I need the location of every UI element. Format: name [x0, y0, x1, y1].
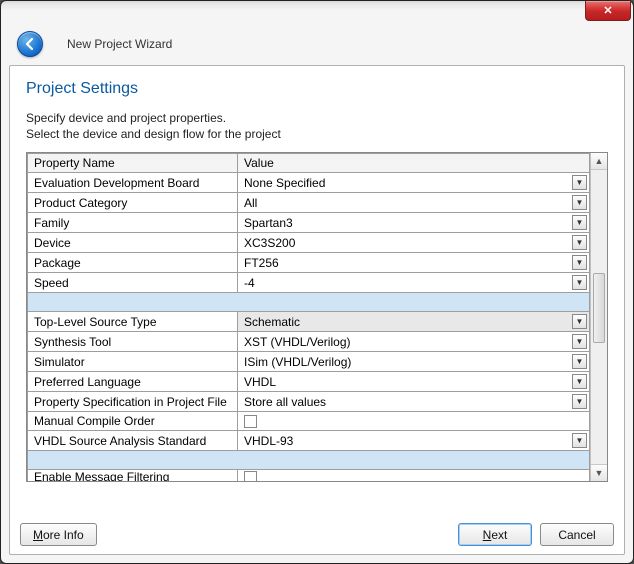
dropdown-button[interactable]: ▼ [572, 255, 587, 270]
property-row: Preferred Language VHDL ▼ [28, 372, 590, 392]
property-name: Top-Level Source Type [28, 312, 238, 332]
back-arrow-icon [23, 37, 37, 51]
titlebar: ✕ [1, 1, 633, 29]
close-button[interactable]: ✕ [585, 1, 631, 21]
dropdown-button[interactable]: ▼ [572, 275, 587, 290]
property-value: All [244, 196, 257, 210]
checkbox[interactable] [244, 415, 257, 428]
property-name: Evaluation Development Board [28, 173, 238, 193]
dropdown-button[interactable]: ▼ [572, 334, 587, 349]
property-value: Spartan3 [244, 216, 293, 230]
scroll-thumb[interactable] [593, 273, 605, 343]
value-cell[interactable]: -4 ▼ [238, 273, 590, 293]
property-value: Schematic [244, 315, 300, 329]
instruction-line: Specify device and project properties. [26, 110, 608, 126]
property-name: Simulator [28, 352, 238, 372]
property-grid-viewport: Property NameValueEvaluation Development… [27, 153, 590, 481]
dropdown-button[interactable]: ▼ [572, 314, 587, 329]
property-name: VHDL Source Analysis Standard [28, 431, 238, 451]
value-cell[interactable]: None Specified ▼ [238, 173, 590, 193]
property-name: Speed [28, 273, 238, 293]
dropdown-button[interactable]: ▼ [572, 215, 587, 230]
value-cell[interactable]: Schematic ▼ [238, 312, 590, 332]
dropdown-button[interactable]: ▼ [572, 175, 587, 190]
wizard-window: ✕ New Project Wizard Project Settings Sp… [0, 0, 634, 564]
property-value: ISim (VHDL/Verilog) [244, 355, 351, 369]
spacer-row [28, 451, 590, 470]
wizard-title: New Project Wizard [67, 37, 172, 51]
value-cell[interactable] [238, 470, 590, 482]
property-value: VHDL-93 [244, 434, 293, 448]
property-value: FT256 [244, 256, 279, 270]
value-cell[interactable]: FT256 ▼ [238, 253, 590, 273]
footer: More Info Next Cancel [20, 523, 614, 546]
property-name: Property Specification in Project File [28, 392, 238, 412]
cancel-button[interactable]: Cancel [540, 523, 614, 546]
value-cell[interactable]: VHDL ▼ [238, 372, 590, 392]
value-cell[interactable]: XC3S200 ▼ [238, 233, 590, 253]
property-name: Device [28, 233, 238, 253]
property-row: Enable Message Filtering [28, 470, 590, 482]
value-cell[interactable]: Spartan3 ▼ [238, 213, 590, 233]
property-name: Synthesis Tool [28, 332, 238, 352]
value-cell[interactable]: XST (VHDL/Verilog) ▼ [238, 332, 590, 352]
property-row: Manual Compile Order [28, 412, 590, 431]
property-row: Product Category All ▼ [28, 193, 590, 213]
value-cell[interactable] [238, 412, 590, 431]
property-row: Speed -4 ▼ [28, 273, 590, 293]
property-row: Device XC3S200 ▼ [28, 233, 590, 253]
instruction-line: Select the device and design flow for th… [26, 126, 608, 142]
header-row: New Project Wizard [1, 29, 633, 59]
property-value: VHDL [244, 375, 276, 389]
content-panel: Project Settings Specify device and proj… [9, 65, 625, 555]
grid-header-row: Property NameValue [28, 154, 590, 173]
close-icon: ✕ [603, 4, 612, 17]
grid-header-value: Value [238, 154, 590, 173]
property-grid: Property NameValueEvaluation Development… [26, 152, 608, 482]
checkbox[interactable] [244, 471, 257, 482]
property-row: Synthesis Tool XST (VHDL/Verilog) ▼ [28, 332, 590, 352]
back-button[interactable] [17, 31, 43, 57]
value-cell[interactable]: ISim (VHDL/Verilog) ▼ [238, 352, 590, 372]
more-info-button[interactable]: More Info [20, 523, 97, 546]
property-name: Package [28, 253, 238, 273]
property-row: Property Specification in Project FileSt… [28, 392, 590, 412]
property-value: Store all values [244, 395, 326, 409]
property-value: -4 [244, 276, 255, 290]
property-row: Package FT256 ▼ [28, 253, 590, 273]
vertical-scrollbar[interactable]: ▲ ▼ [590, 153, 607, 481]
value-cell[interactable]: Store all values ▼ [238, 392, 590, 412]
property-row: VHDL Source Analysis Standard VHDL-93 ▼ [28, 431, 590, 451]
property-value: XST (VHDL/Verilog) [244, 335, 350, 349]
property-name: Preferred Language [28, 372, 238, 392]
property-row: Top-Level Source Type Schematic ▼ [28, 312, 590, 332]
value-cell[interactable]: All ▼ [238, 193, 590, 213]
property-name: Enable Message Filtering [28, 470, 238, 482]
dropdown-button[interactable]: ▼ [572, 235, 587, 250]
property-row: Simulator ISim (VHDL/Verilog) ▼ [28, 352, 590, 372]
property-value: XC3S200 [244, 236, 295, 250]
scroll-up-button[interactable]: ▲ [591, 153, 607, 170]
dropdown-button[interactable]: ▼ [572, 374, 587, 389]
property-name: Product Category [28, 193, 238, 213]
dropdown-button[interactable]: ▼ [572, 433, 587, 448]
property-value: None Specified [244, 176, 325, 190]
dropdown-button[interactable]: ▼ [572, 354, 587, 369]
next-button[interactable]: Next [458, 523, 532, 546]
property-name: Manual Compile Order [28, 412, 238, 431]
dropdown-button[interactable]: ▼ [572, 394, 587, 409]
instructions: Specify device and project properties. S… [26, 110, 608, 142]
dropdown-button[interactable]: ▼ [572, 195, 587, 210]
scroll-down-button[interactable]: ▼ [591, 464, 607, 481]
property-name: Family [28, 213, 238, 233]
value-cell[interactable]: VHDL-93 ▼ [238, 431, 590, 451]
property-row: Family Spartan3 ▼ [28, 213, 590, 233]
property-row: Evaluation Development BoardNone Specifi… [28, 173, 590, 193]
page-title: Project Settings [26, 80, 608, 98]
grid-header-name: Property Name [28, 154, 238, 173]
spacer-row [28, 293, 590, 312]
